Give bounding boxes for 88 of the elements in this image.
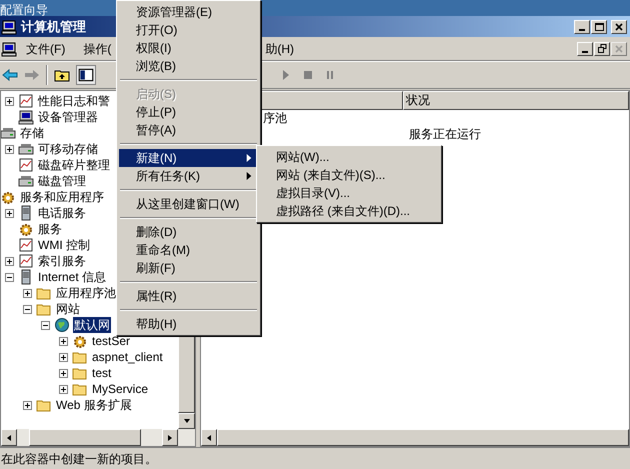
drive-icon (18, 173, 34, 189)
gear-icon (72, 333, 88, 349)
expand-button[interactable] (5, 256, 14, 266)
chart-icon (18, 157, 34, 173)
close-icon (615, 22, 623, 30)
menu-item[interactable]: 虚拟路径 (来自文件)(D)... (259, 202, 439, 220)
tree-toggle-icon[interactable] (76, 65, 96, 85)
desktop-icon-label[interactable]: 配置向导 (0, 3, 48, 16)
drive-icon (18, 141, 34, 157)
menu-item[interactable]: 新建(N) (119, 149, 258, 167)
collapse-button[interactable] (41, 320, 50, 330)
menu-item[interactable]: 权限(I) (119, 39, 258, 57)
left-arrow-icon (5, 434, 13, 442)
menu-item[interactable]: 删除(D) (119, 223, 258, 241)
menu-item[interactable]: 浏览(B) (119, 57, 258, 75)
chart-icon (18, 253, 34, 269)
chart-icon (18, 237, 34, 253)
menu-item[interactable]: 文件(F) (22, 40, 70, 58)
list-cell: 序池 (263, 111, 287, 125)
menu-item[interactable]: 虚拟目录(V)... (259, 184, 439, 202)
computer-icon (1, 18, 17, 34)
tree-item[interactable]: WMI 控制 (37, 237, 91, 253)
down-arrow-icon (182, 417, 190, 425)
list-cell: 服务正在运行 (409, 127, 481, 141)
tree-item[interactable]: Web 服务扩展 (55, 397, 133, 413)
computer-icon (1, 40, 17, 56)
gear-icon (18, 221, 34, 237)
tree-item[interactable]: 性能日志和警 (37, 93, 111, 109)
menu-item[interactable]: 网站(W)... (259, 148, 439, 166)
back-arrow-icon[interactable] (2, 67, 18, 83)
tree-item[interactable]: 磁盘碎片整理 (37, 157, 111, 173)
computer-icon (18, 109, 34, 125)
menu-item[interactable]: 网站 (来自文件)(S)... (259, 166, 439, 184)
menu-item[interactable]: 重命名(M) (119, 241, 258, 259)
right-arrow-icon (166, 434, 174, 442)
maximize-button[interactable] (591, 20, 607, 34)
tree-item[interactable]: 设备管理器 (37, 109, 99, 125)
left-arrow-icon (205, 434, 213, 442)
menu-item[interactable]: 属性(R) (119, 287, 258, 305)
window-title: 计算机管理 (21, 18, 86, 36)
minimize-button[interactable] (577, 42, 593, 56)
expand-button[interactable] (59, 336, 68, 346)
expand-button[interactable] (23, 400, 32, 410)
expand-button[interactable] (59, 352, 68, 362)
expand-button[interactable] (59, 368, 68, 378)
expand-button[interactable] (5, 208, 14, 218)
tree-item[interactable]: 应用程序池 (55, 285, 117, 301)
scrollbar[interactable] (1, 429, 195, 446)
tree-item[interactable]: 服务 (37, 221, 63, 237)
menu-item[interactable]: 从这里创建窗口(W) (119, 195, 258, 213)
menu-item[interactable]: 刷新(F) (119, 259, 258, 277)
tree-item[interactable]: 磁盘管理 (37, 173, 87, 189)
status-text: 在此容器中创建一新的项目。 (0, 450, 157, 468)
tree-item[interactable]: 网站 (55, 301, 81, 317)
column-header[interactable]: 状况 (403, 91, 629, 110)
tree-item[interactable]: 存储 (19, 125, 45, 141)
menu-item[interactable]: 所有任务(K) (119, 167, 258, 185)
expand-button[interactable] (5, 144, 14, 154)
menu-item[interactable]: 操作( (79, 40, 116, 58)
restore-button[interactable] (594, 42, 610, 56)
tree-item[interactable]: testSer (91, 333, 132, 349)
tree-item[interactable]: 默认网 (73, 317, 111, 333)
menu-item[interactable]: 资源管理器(E) (119, 3, 258, 21)
tree-item[interactable]: 电话服务 (37, 205, 87, 221)
chart-icon (18, 93, 34, 109)
menu-item[interactable]: 暂停(A) (119, 121, 258, 139)
restore-icon (598, 44, 606, 53)
tree-item[interactable]: aspnet_client (91, 349, 164, 365)
collapse-button[interactable] (5, 272, 14, 282)
menu-item[interactable]: 停止(P) (119, 103, 258, 121)
scrollbar[interactable] (201, 429, 629, 446)
menu-item[interactable]: 助(H) (265, 40, 294, 58)
expand-button[interactable] (5, 96, 14, 106)
menu-item[interactable]: 打开(O) (119, 21, 258, 39)
menu-item[interactable]: 帮助(H) (119, 315, 258, 333)
tree-item[interactable]: MyService (91, 381, 150, 397)
tree-item[interactable]: test (91, 365, 112, 381)
tree-item[interactable]: 索引服务 (37, 253, 87, 269)
expand-button[interactable] (23, 288, 32, 298)
tree-item[interactable]: 可移动存储 (37, 141, 99, 157)
collapse-button[interactable] (23, 304, 32, 314)
globe-icon (54, 317, 70, 333)
expand-button[interactable] (59, 384, 68, 394)
tree-item[interactable]: 服务和应用程序 (19, 189, 105, 205)
tree-item[interactable]: Internet 信息 (37, 269, 108, 285)
close-button[interactable] (611, 20, 627, 34)
close-icon (615, 44, 623, 52)
minimize-button[interactable] (574, 20, 590, 34)
